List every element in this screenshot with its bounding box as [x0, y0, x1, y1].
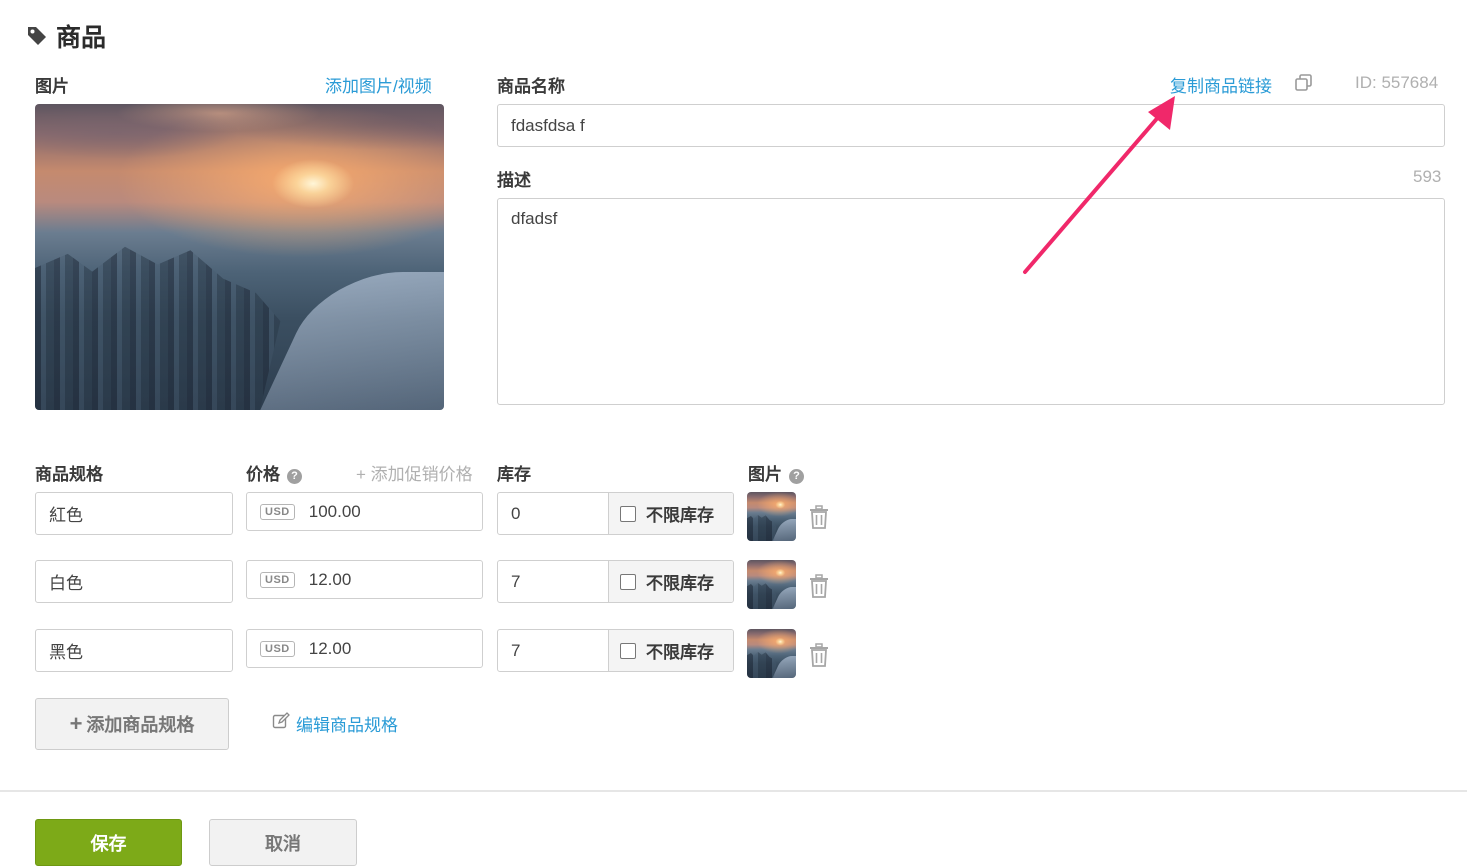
- add-image-video-link[interactable]: 添加图片/视频: [325, 72, 432, 97]
- variant-stock-input[interactable]: 7: [498, 561, 609, 602]
- add-variant-label: 添加商品规格: [86, 715, 195, 735]
- currency-badge: USD: [260, 503, 295, 520]
- section-header: 商品: [26, 18, 106, 54]
- plus-icon: +: [69, 711, 83, 736]
- currency-badge: USD: [260, 571, 295, 588]
- add-variant-button[interactable]: + 添加商品规格: [35, 698, 229, 750]
- variant-price-value: 100.00: [308, 501, 361, 521]
- variant-image-thumbnail[interactable]: [747, 560, 796, 609]
- variant-price-input[interactable]: USD 100.00: [246, 492, 483, 531]
- variant-spec-input[interactable]: 黑色: [35, 629, 233, 672]
- variant-stock-group: 7 不限库存: [497, 629, 734, 672]
- variant-price-value: 12.00: [308, 569, 352, 589]
- product-image[interactable]: [35, 104, 444, 410]
- unlimited-stock-checkbox[interactable]: [620, 505, 636, 522]
- image-label: 图片: [35, 77, 69, 96]
- delete-variant-trash-icon[interactable]: [808, 505, 830, 529]
- variant-image-thumbnail[interactable]: [747, 629, 796, 678]
- description-label: 描述: [497, 171, 531, 190]
- product-id: ID: 557684: [1355, 73, 1439, 92]
- cancel-button[interactable]: 取消: [209, 819, 357, 866]
- description-char-counter: 593: [1413, 167, 1442, 186]
- edit-variants-link[interactable]: 编辑商品规格: [272, 711, 398, 736]
- unlimited-stock-label: 不限库存: [646, 574, 714, 593]
- variant-price-value: 12.00: [308, 638, 352, 658]
- price-help-icon[interactable]: ?: [287, 468, 302, 484]
- product-name-input[interactable]: fdasfdsa f: [497, 104, 1445, 147]
- variant-price-input[interactable]: USD 12.00: [246, 560, 483, 599]
- delete-variant-trash-icon[interactable]: [808, 574, 830, 598]
- variant-price-input[interactable]: USD 12.00: [246, 629, 483, 668]
- variant-stock-input[interactable]: 7: [498, 630, 609, 671]
- unlimited-stock-toggle[interactable]: 不限库存: [609, 561, 733, 602]
- unlimited-stock-toggle[interactable]: 不限库存: [609, 493, 733, 534]
- unlimited-stock-label: 不限库存: [646, 506, 714, 525]
- currency-badge: USD: [260, 640, 295, 657]
- copy-product-link[interactable]: 复制商品链接: [1170, 72, 1272, 97]
- variant-image-header: 图片?: [748, 460, 804, 485]
- delete-variant-trash-icon[interactable]: [808, 643, 830, 667]
- unlimited-stock-label: 不限库存: [646, 643, 714, 662]
- variant-spec-input[interactable]: 紅色: [35, 492, 233, 535]
- edit-variants-label: 编辑商品规格: [296, 716, 398, 735]
- unlimited-stock-toggle[interactable]: 不限库存: [609, 630, 733, 671]
- description-textarea[interactable]: dfadsf: [497, 198, 1445, 405]
- variant-stock-group: 7 不限库存: [497, 560, 734, 603]
- variant-stock-header: 库存: [497, 465, 531, 484]
- section-title: 商品: [56, 24, 107, 52]
- variant-price-header: 价格?: [246, 460, 302, 485]
- variant-stock-input[interactable]: 0: [498, 493, 609, 534]
- footer-divider: [0, 790, 1467, 792]
- unlimited-stock-checkbox[interactable]: [620, 642, 636, 659]
- variant-stock-group: 0 不限库存: [497, 492, 734, 535]
- add-promo-price-link[interactable]: + 添加促销价格: [356, 460, 473, 485]
- variant-image-thumbnail[interactable]: [747, 492, 796, 541]
- tag-icon: [26, 25, 48, 47]
- image-help-icon[interactable]: ?: [789, 468, 804, 484]
- variant-spec-input[interactable]: 白色: [35, 560, 233, 603]
- product-name-label: 商品名称: [497, 77, 565, 96]
- copy-icon[interactable]: [1294, 73, 1313, 97]
- variant-spec-header: 商品规格: [35, 465, 103, 484]
- save-button[interactable]: 保存: [35, 819, 182, 866]
- unlimited-stock-checkbox[interactable]: [620, 573, 636, 590]
- edit-icon: [272, 712, 290, 735]
